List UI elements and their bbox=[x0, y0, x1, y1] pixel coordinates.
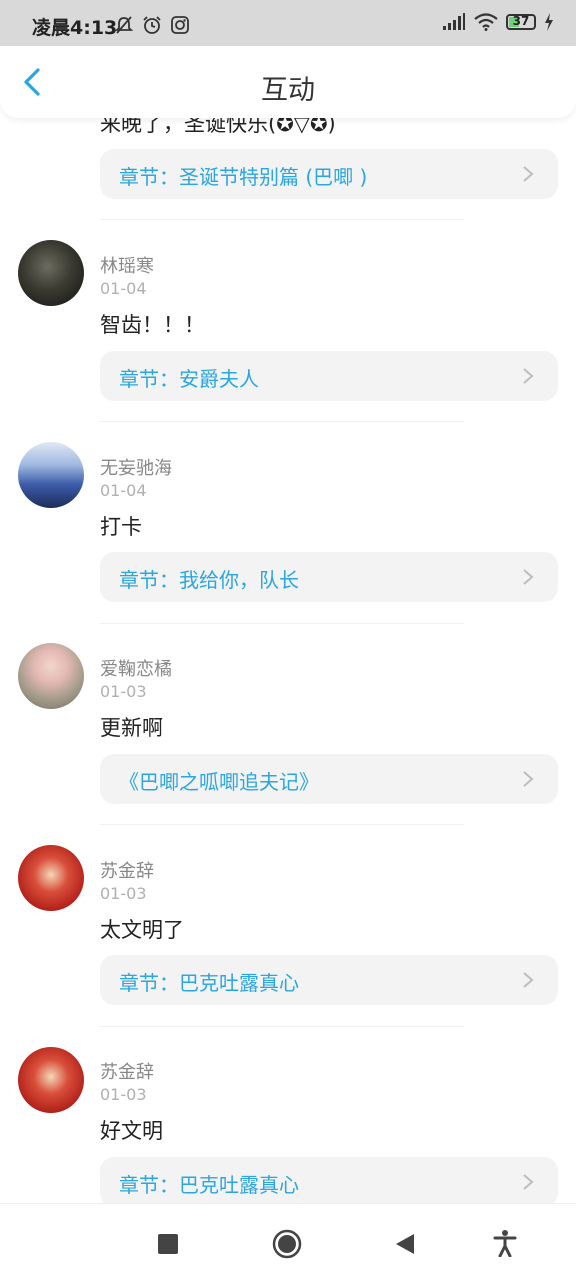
chapter-link[interactable]: 章节：巴克吐露真心 bbox=[100, 955, 558, 1005]
avatar[interactable] bbox=[18, 240, 84, 306]
avatar[interactable] bbox=[18, 643, 84, 709]
status-bar: 凌晨4:13 37 bbox=[0, 0, 576, 46]
chevron-right-icon bbox=[523, 1174, 534, 1190]
accessibility-button[interactable] bbox=[493, 1229, 517, 1257]
comment-text: 更新啊 bbox=[100, 716, 163, 740]
user-name[interactable]: 苏金辞 bbox=[100, 857, 154, 883]
chevron-right-icon bbox=[523, 771, 534, 787]
user-name[interactable]: 爱鞠恋橘 bbox=[100, 655, 172, 681]
divider bbox=[100, 421, 464, 422]
app-header: 互动 bbox=[0, 46, 576, 118]
chevron-right-icon bbox=[523, 972, 534, 988]
chapter-link-label: 章节：巴克吐露真心 bbox=[119, 1173, 299, 1197]
divider bbox=[100, 1026, 464, 1027]
comment-text: 智齿！！！ bbox=[100, 313, 205, 337]
avatar[interactable] bbox=[18, 1047, 84, 1113]
chapter-link-label: 章节：我给你，队长 bbox=[119, 568, 299, 592]
status-time: 凌晨4:13 bbox=[32, 17, 118, 39]
system-nav-bar bbox=[0, 1203, 576, 1281]
comment-text: 好文明 bbox=[100, 1119, 163, 1143]
wifi-icon bbox=[474, 13, 498, 31]
charging-icon bbox=[545, 13, 553, 31]
avatar[interactable] bbox=[18, 442, 84, 508]
back-button[interactable] bbox=[394, 1232, 416, 1256]
recents-button[interactable] bbox=[157, 1233, 179, 1255]
chapter-link[interactable]: 章节：巴克吐露真心 bbox=[100, 1157, 558, 1203]
comment-date: 01-03 bbox=[100, 682, 147, 701]
comment-date: 01-04 bbox=[100, 481, 147, 500]
user-name[interactable]: 无妄驰海 bbox=[100, 454, 172, 480]
page-title: 互动 bbox=[261, 75, 315, 106]
comment-text: 太文明了 bbox=[100, 918, 184, 942]
comment-date: 01-04 bbox=[100, 279, 147, 298]
avatar[interactable] bbox=[18, 845, 84, 911]
chapter-link-label: 章节：安爵夫人 bbox=[119, 367, 259, 391]
divider bbox=[100, 219, 464, 220]
chapter-link[interactable]: 章节：安爵夫人 bbox=[100, 351, 558, 401]
chevron-right-icon bbox=[523, 368, 534, 384]
chevron-right-icon bbox=[523, 569, 534, 585]
comment-list[interactable]: 来晚了，圣诞快乐(✪▽✪) 章节：圣诞节特别篇 (巴唧 ) 林瑶寒 01-04 … bbox=[0, 100, 576, 1203]
instagram-icon bbox=[171, 16, 189, 34]
chapter-link[interactable]: 章节：我给你，队长 bbox=[100, 552, 558, 602]
chapter-link[interactable]: 《巴唧之呱唧追夫记》 bbox=[100, 754, 558, 804]
chapter-link-label: 《巴唧之呱唧追夫记》 bbox=[119, 770, 319, 794]
divider bbox=[100, 623, 464, 624]
chapter-link-label: 章节：巴克吐露真心 bbox=[119, 971, 299, 995]
battery-icon: 37 bbox=[506, 14, 536, 30]
chapter-link[interactable]: 章节：圣诞节特别篇 (巴唧 ) bbox=[100, 149, 558, 199]
comment-date: 01-03 bbox=[100, 1085, 147, 1104]
comment-text: 打卡 bbox=[100, 515, 142, 539]
comment-date: 01-03 bbox=[100, 884, 147, 903]
divider bbox=[100, 824, 464, 825]
mute-icon bbox=[114, 16, 134, 34]
user-name[interactable]: 林瑶寒 bbox=[100, 252, 154, 278]
home-button[interactable] bbox=[272, 1229, 302, 1259]
signal-icon bbox=[443, 13, 465, 30]
chapter-link-label: 章节：圣诞节特别篇 (巴唧 ) bbox=[119, 165, 368, 189]
user-name[interactable]: 苏金辞 bbox=[100, 1058, 154, 1084]
alarm-icon bbox=[143, 16, 161, 34]
chevron-right-icon bbox=[523, 166, 534, 182]
